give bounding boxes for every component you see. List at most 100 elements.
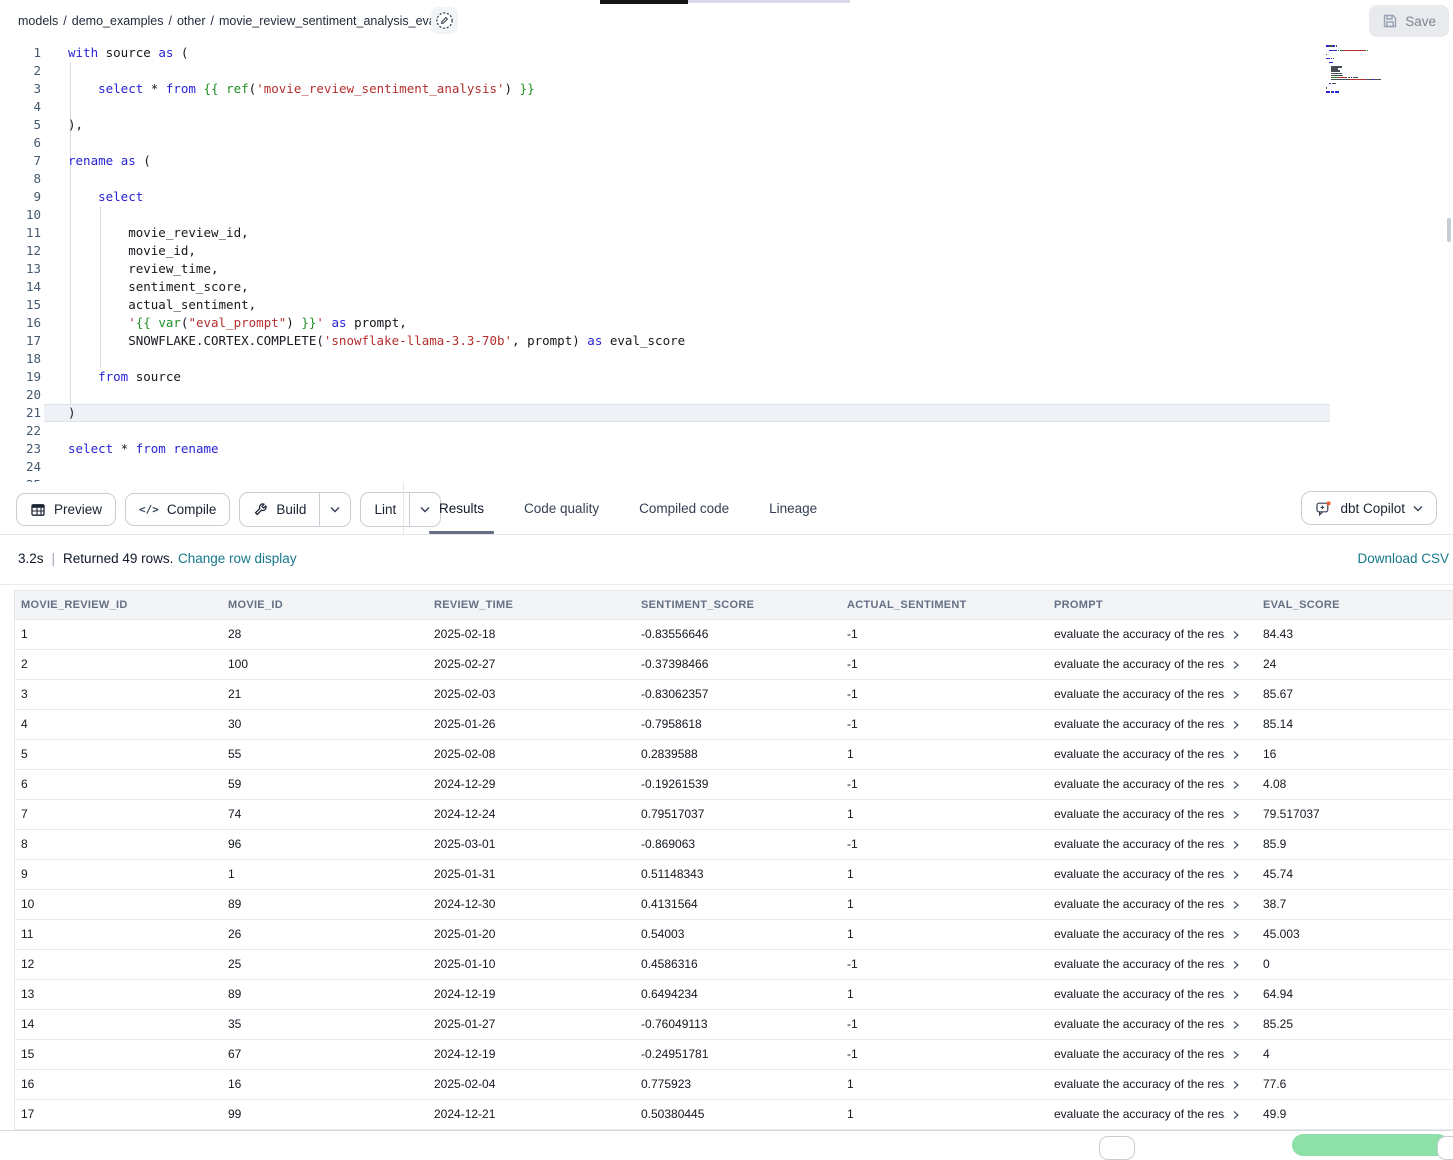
chevron-right-icon[interactable]	[1231, 780, 1241, 790]
code-line[interactable]: rename as (	[68, 152, 685, 170]
table-cell: 1	[841, 860, 1048, 889]
bottom-green-pill-button[interactable]	[1292, 1134, 1449, 1156]
prompt-preview-text: evaluate the accuracy of the res…	[1054, 920, 1226, 949]
table-cell: 2025-01-27	[428, 1010, 635, 1039]
chevron-right-icon[interactable]	[1231, 630, 1241, 640]
chevron-right-icon[interactable]	[1231, 870, 1241, 880]
prompt-cell: evaluate the accuracy of the res…	[1048, 1040, 1257, 1069]
code-line[interactable]	[68, 170, 685, 188]
code-token: '	[316, 315, 324, 330]
preview-button[interactable]: Preview	[16, 493, 116, 526]
code-token: from	[98, 369, 128, 384]
code-line[interactable]: sentiment_score,	[68, 278, 685, 296]
compile-button[interactable]: </> Compile	[125, 493, 230, 526]
code-line[interactable]: select * from rename	[68, 440, 685, 458]
editor-code[interactable]: with source as ( select * from {{ ref('m…	[68, 44, 685, 482]
chevron-right-icon[interactable]	[1231, 660, 1241, 670]
tab-lineage[interactable]: Lineage	[755, 482, 831, 534]
tab-compiled-code[interactable]: Compiled code	[625, 482, 743, 534]
code-line[interactable]	[68, 98, 685, 116]
chevron-right-icon[interactable]	[1231, 1050, 1241, 1060]
chevron-right-icon[interactable]	[1231, 900, 1241, 910]
code-line[interactable]: '{{ var("eval_prompt") }}' as prompt,	[68, 314, 685, 332]
lint-label: Lint	[374, 502, 396, 517]
breadcrumb-segment[interactable]: other	[177, 14, 206, 28]
code-line[interactable]	[68, 134, 685, 152]
chevron-right-icon[interactable]	[1231, 960, 1241, 970]
table-cell: -0.76049113	[635, 1010, 841, 1039]
column-header[interactable]: MOVIE_REVIEW_ID	[15, 591, 222, 619]
breadcrumb[interactable]: models/demo_examples/other/movie_review_…	[18, 0, 458, 42]
prompt-preview-text: evaluate the accuracy of the res…	[1054, 860, 1226, 889]
table-cell: 1	[841, 740, 1048, 769]
code-line[interactable]: SNOWFLAKE.CORTEX.COMPLETE('snowflake-lla…	[68, 332, 685, 350]
file-edit-badge[interactable]	[431, 7, 458, 34]
column-header[interactable]: ACTUAL_SENTIMENT	[841, 591, 1048, 619]
table-row: 7742024-12-240.795170371evaluate the acc…	[15, 800, 1453, 830]
bottom-partial-button[interactable]	[1437, 1136, 1453, 1160]
chevron-right-icon[interactable]	[1231, 1110, 1241, 1120]
sql-code-editor[interactable]: 1234567891011121314151617181920212223242…	[0, 42, 1453, 482]
chevron-right-icon[interactable]	[1231, 690, 1241, 700]
code-token: }}	[520, 81, 535, 96]
build-dropdown-caret[interactable]	[319, 493, 350, 526]
dbt-copilot-button[interactable]: dbt Copilot	[1301, 491, 1437, 525]
code-line[interactable]	[68, 206, 685, 224]
table-cell: 67	[222, 1040, 428, 1069]
chevron-right-icon[interactable]	[1231, 1020, 1241, 1030]
code-line[interactable]: ),	[68, 116, 685, 134]
code-line[interactable]: review_time,	[68, 260, 685, 278]
code-token: source	[98, 45, 158, 60]
code-line[interactable]	[68, 350, 685, 368]
breadcrumb-segment[interactable]: models	[18, 14, 58, 28]
build-button[interactable]: Build	[240, 493, 319, 526]
column-header[interactable]: PROMPT	[1048, 591, 1257, 619]
code-line[interactable]	[68, 422, 685, 440]
table-cell: 2024-12-21	[428, 1100, 635, 1129]
code-line[interactable]: with source as (	[68, 44, 685, 62]
code-line[interactable]: from source	[68, 368, 685, 386]
save-button[interactable]: Save	[1369, 5, 1449, 37]
code-line[interactable]	[68, 386, 685, 404]
column-header[interactable]: REVIEW_TIME	[428, 591, 635, 619]
code-line[interactable]	[68, 476, 685, 482]
editor-scrollbar[interactable]	[1447, 218, 1451, 242]
chevron-right-icon[interactable]	[1231, 750, 1241, 760]
line-number: 23	[0, 440, 41, 458]
prompt-cell: evaluate the accuracy of the res…	[1048, 800, 1257, 829]
change-row-display-link[interactable]: Change row display	[178, 551, 297, 566]
chevron-right-icon[interactable]	[1231, 810, 1241, 820]
chevron-right-icon[interactable]	[1231, 840, 1241, 850]
tab-code-quality[interactable]: Code quality	[510, 482, 613, 534]
column-header[interactable]: SENTIMENT_SCORE	[635, 591, 841, 619]
code-line[interactable]	[68, 458, 685, 476]
code-line[interactable]: )	[68, 404, 685, 422]
breadcrumb-segment[interactable]: demo_examples	[72, 14, 164, 28]
code-line[interactable]: actual_sentiment,	[68, 296, 685, 314]
tab-results[interactable]: Results	[425, 482, 498, 534]
chevron-right-icon[interactable]	[1231, 930, 1241, 940]
editor-minimap[interactable]	[1326, 45, 1441, 97]
table-cell: 10	[15, 890, 222, 919]
line-number: 6	[0, 134, 41, 152]
line-number: 22	[0, 422, 41, 440]
breadcrumb-segment[interactable]: movie_review_sentiment_analysis_eval.sql	[219, 14, 458, 28]
download-csv-link[interactable]: Download CSV	[1357, 551, 1449, 566]
code-line[interactable]	[68, 62, 685, 80]
prompt-preview-text: evaluate the accuracy of the res…	[1054, 680, 1226, 709]
bottom-partial-button[interactable]	[1099, 1136, 1135, 1160]
column-header[interactable]: EVAL_SCORE	[1257, 591, 1453, 619]
table-cell: 2024-12-30	[428, 890, 635, 919]
prompt-preview-text: evaluate the accuracy of the res…	[1054, 1100, 1226, 1129]
code-line[interactable]: movie_id,	[68, 242, 685, 260]
chevron-right-icon[interactable]	[1231, 1080, 1241, 1090]
code-line[interactable]: select	[68, 188, 685, 206]
code-line[interactable]: movie_review_id,	[68, 224, 685, 242]
wrench-icon	[253, 502, 268, 517]
code-line[interactable]: select * from {{ ref('movie_review_senti…	[68, 80, 685, 98]
code-token: rename	[68, 153, 113, 168]
chevron-right-icon[interactable]	[1231, 990, 1241, 1000]
column-header[interactable]: MOVIE_ID	[222, 591, 428, 619]
code-token: as	[587, 333, 602, 348]
chevron-right-icon[interactable]	[1231, 720, 1241, 730]
